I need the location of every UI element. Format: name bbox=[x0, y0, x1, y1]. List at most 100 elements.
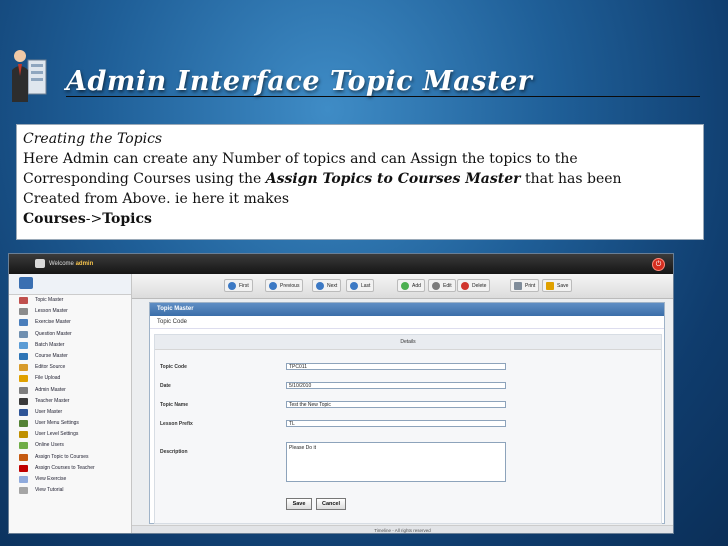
assign-course-icon bbox=[19, 464, 28, 472]
text-line-4: Created from Above. ie here it makes bbox=[23, 191, 290, 207]
sidebar-item-label: Admin Master bbox=[35, 386, 66, 393]
home-icon[interactable] bbox=[19, 277, 33, 289]
date-input[interactable]: 5/10/2010 bbox=[286, 382, 506, 389]
app-footer: Timeline - All rights reserved bbox=[132, 525, 673, 533]
sidebar-header bbox=[9, 274, 131, 295]
sidebar-item[interactable]: Exercise Master bbox=[9, 317, 131, 328]
sidebar-item[interactable]: File Upload bbox=[9, 373, 131, 384]
last-icon bbox=[350, 282, 358, 290]
details-form: Details Topic Code TPC011 Date 5/10/2010… bbox=[154, 334, 662, 524]
user-icon bbox=[19, 408, 28, 416]
sidebar-item[interactable]: Assign Topic to Courses bbox=[9, 452, 131, 463]
panel-subtitle: Topic Code bbox=[150, 316, 664, 329]
app-topbar: Welcome admin ⏻ bbox=[9, 254, 673, 274]
welcome-text: Welcome admin bbox=[49, 261, 94, 267]
sidebar-item-label: View Exercise bbox=[35, 476, 67, 482]
sidebar-item-label: User Level Settings bbox=[35, 431, 79, 438]
sidebar-item[interactable]: Course Master bbox=[9, 351, 131, 362]
first-button[interactable]: First bbox=[224, 279, 253, 292]
toolbar: First Previous Next Last Add Edit Delete… bbox=[132, 274, 673, 299]
sidebar-item[interactable]: User Master bbox=[9, 407, 131, 418]
previous-button[interactable]: Previous bbox=[265, 279, 304, 292]
title-rule bbox=[66, 96, 700, 97]
save-toolbar-button[interactable]: Save bbox=[542, 279, 573, 292]
description-textarea[interactable]: Please Do it bbox=[286, 442, 506, 482]
sidebar-item[interactable]: Lesson Master bbox=[9, 306, 131, 317]
course-icon bbox=[19, 352, 28, 360]
sidebar-item-label: File Upload bbox=[35, 375, 61, 382]
view-exercise-icon bbox=[19, 476, 28, 483]
teacher-icon bbox=[19, 397, 28, 405]
panel-title: Topic Master bbox=[150, 303, 664, 316]
sidebar-item[interactable]: User Menu Settings bbox=[9, 418, 131, 429]
logout-icon[interactable]: ⏻ bbox=[652, 258, 665, 271]
sidebar-item-label: View Tutorial bbox=[35, 487, 64, 494]
text-line-2: Here Admin can create any Number of topi… bbox=[23, 151, 578, 167]
sidebar-item-label: Course Master bbox=[35, 352, 68, 359]
save-button[interactable]: Save bbox=[286, 498, 312, 510]
details-header: Details bbox=[155, 335, 661, 350]
online-icon bbox=[19, 442, 28, 450]
date-label: Date bbox=[160, 383, 171, 389]
add-icon bbox=[401, 282, 409, 290]
edit-icon bbox=[432, 282, 440, 290]
sidebar-item-label: Teacher Master bbox=[35, 397, 70, 404]
editor-icon bbox=[19, 364, 28, 372]
lesson-prefix-input[interactable]: TL bbox=[286, 420, 506, 427]
topic-name-label: Topic Name bbox=[160, 402, 188, 408]
delete-button[interactable]: Delete bbox=[457, 279, 491, 292]
next-icon bbox=[316, 282, 324, 290]
add-button[interactable]: Add bbox=[397, 279, 425, 292]
print-button[interactable]: Print bbox=[510, 279, 540, 292]
topic-code-label: Topic Code bbox=[160, 364, 187, 370]
sidebar-item[interactable]: Editor Source bbox=[9, 362, 131, 373]
sidebar-item[interactable]: View Tutorial bbox=[9, 485, 131, 496]
assign-topic-icon bbox=[19, 453, 28, 461]
cancel-button[interactable]: Cancel bbox=[316, 498, 346, 510]
delete-icon bbox=[461, 282, 469, 290]
print-icon bbox=[514, 282, 522, 290]
sidebar-item-label: Exercise Master bbox=[35, 319, 71, 326]
sidebar-item-label: User Master bbox=[35, 408, 63, 415]
level-icon bbox=[19, 431, 28, 439]
description-label: Description bbox=[160, 449, 188, 455]
exercise-icon bbox=[19, 319, 28, 327]
sidebar: Topic Master Lesson Master Exercise Master… bbox=[9, 274, 132, 533]
admin-user-icon bbox=[12, 50, 47, 102]
lesson-icon bbox=[19, 308, 28, 316]
topic-master-panel: Topic Master Topic Code Details Topic Co… bbox=[149, 302, 665, 524]
sidebar-item[interactable]: Question Master bbox=[9, 329, 131, 340]
slide-title: Admin Interface Topic Master bbox=[66, 66, 533, 97]
app-screenshot: Welcome admin ⏻ Topic Master Lesson Maste… bbox=[8, 253, 674, 534]
admin-icon bbox=[19, 386, 28, 394]
last-button[interactable]: Last bbox=[346, 279, 375, 292]
sidebar-item-label: Question Master bbox=[35, 330, 72, 337]
batch-icon bbox=[19, 341, 28, 349]
topic-name-input[interactable]: Test the New Topic bbox=[286, 401, 506, 408]
sidebar-item-label: User Menu Settings bbox=[35, 420, 79, 427]
sidebar-item[interactable]: Topic Master bbox=[9, 295, 131, 306]
text-line-3: Corresponding Courses using the Assign T… bbox=[23, 171, 622, 187]
lesson-prefix-label: Lesson Prefix bbox=[160, 421, 193, 427]
sidebar-item[interactable]: Admin Master bbox=[9, 385, 131, 396]
settings-icon bbox=[19, 420, 28, 428]
sidebar-item[interactable]: View Exercise bbox=[9, 474, 131, 485]
sidebar-item[interactable]: User Level Settings bbox=[9, 429, 131, 440]
sidebar-item[interactable]: Assign Courses to Teacher bbox=[9, 463, 131, 474]
sidebar-item-label: Topic Master bbox=[35, 297, 64, 303]
sidebar-item[interactable]: Batch Master bbox=[9, 340, 131, 351]
view-tutorial-icon bbox=[19, 487, 28, 495]
sidebar-item-label: Lesson Master bbox=[35, 308, 68, 315]
topic-code-input[interactable]: TPC011 bbox=[286, 363, 506, 370]
next-button[interactable]: Next bbox=[312, 279, 342, 292]
sidebar-item-label: Batch Master bbox=[35, 341, 65, 348]
sidebar-item-label: Assign Topic to Courses bbox=[35, 453, 89, 460]
sidebar-item-label: Editor Source bbox=[35, 364, 66, 371]
sidebar-item[interactable]: Online Users bbox=[9, 440, 131, 451]
sidebar-item-label: Assign Courses to Teacher bbox=[35, 464, 95, 471]
sidebar-item[interactable]: Teacher Master bbox=[9, 396, 131, 407]
question-icon bbox=[19, 330, 28, 338]
edit-button[interactable]: Edit bbox=[428, 279, 456, 292]
app-logo-icon bbox=[35, 259, 45, 268]
main-area: First Previous Next Last Add Edit Delete… bbox=[132, 274, 673, 533]
